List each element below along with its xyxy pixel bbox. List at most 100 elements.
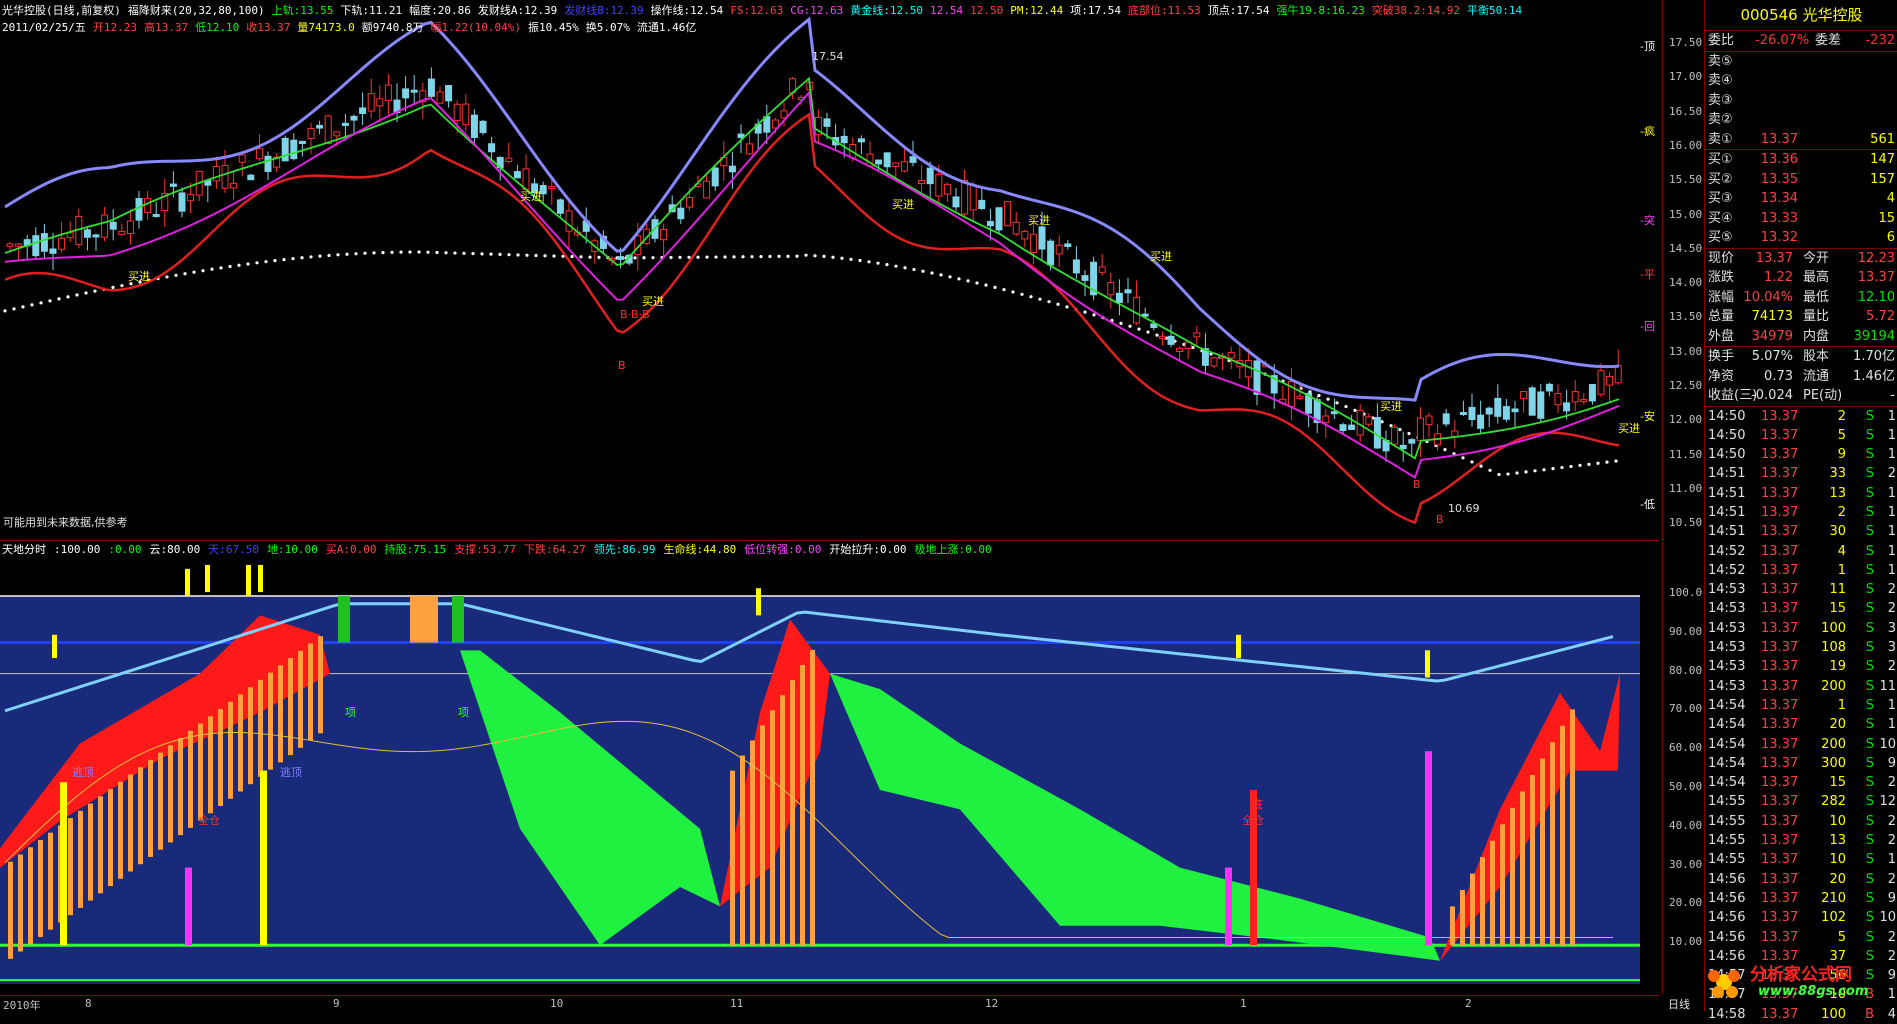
signal-bar <box>1225 868 1232 946</box>
band-dot <box>1326 398 1329 401</box>
tick-volume: 20 <box>1829 715 1846 734</box>
level-tag: -平 <box>1640 268 1655 281</box>
band-dot <box>264 260 267 263</box>
tick-list[interactable]: 14:5013.372S114:5013.375S114:5013.379S11… <box>1705 407 1897 1024</box>
stat-label: 股本 <box>1803 347 1829 367</box>
strength-bar <box>208 716 213 813</box>
price-tick-label: 15.50 <box>1669 173 1702 186</box>
sub-indicator-svg[interactable]: 项项逃顶逃顶全仓全仓底 <box>0 560 1660 994</box>
tick-row: 14:5013.379S1 <box>1705 445 1897 464</box>
band-dot <box>759 255 762 258</box>
band-dot <box>1587 463 1590 466</box>
band-dot <box>1488 469 1491 472</box>
kline-svg[interactable]: 买进买进买进买进买进买进买进买进17.5410.69B·B·BBBB-顶-疯-突… <box>0 0 1660 540</box>
candle-body <box>557 200 563 213</box>
band-dot <box>948 275 951 278</box>
band-dot <box>84 291 87 294</box>
tick-price: 13.37 <box>1761 850 1798 869</box>
main-kline-chart[interactable]: 买进买进买进买进买进买进买进买进17.5410.69B·B·BBBB-顶-疯-突… <box>0 0 1660 541</box>
band-dot <box>993 286 996 289</box>
candle-body <box>41 234 47 252</box>
candle-body <box>1168 336 1174 344</box>
tick-time: 14:56 <box>1708 908 1745 927</box>
strength-bar <box>308 644 313 741</box>
price-tick-label: 17.00 <box>1669 70 1702 83</box>
tick-time: 14:54 <box>1708 696 1745 715</box>
candle-body <box>919 181 925 184</box>
candle-body <box>1108 283 1114 295</box>
top-signal-label: 项 <box>458 706 469 719</box>
candle-body <box>119 231 125 234</box>
stat-label: 最低 <box>1803 288 1829 308</box>
candle-body <box>1048 241 1054 265</box>
band-dot <box>354 252 357 255</box>
order-volume: 4 <box>1887 189 1895 209</box>
stock-title[interactable]: 000546 光华控股 <box>1705 0 1897 31</box>
candle-body <box>1555 393 1561 404</box>
indicator-value: 幅度:20.86 <box>409 4 471 17</box>
candle-body <box>1417 418 1423 440</box>
band-dot <box>876 262 879 265</box>
band-dot <box>318 255 321 258</box>
date-tick-label: 8 <box>85 997 92 1010</box>
strength-bar <box>178 738 183 835</box>
band-dot <box>1128 325 1131 328</box>
candle-body <box>317 125 323 128</box>
strength-bar <box>198 724 203 821</box>
candle-body <box>1607 377 1613 386</box>
price-tick-label: 10.50 <box>1669 516 1702 529</box>
tick-count: 1 <box>1888 503 1896 522</box>
candle-body <box>566 211 572 231</box>
band-dot <box>1029 295 1032 298</box>
tick-count: 3 <box>1888 638 1896 657</box>
candle-body <box>351 116 357 120</box>
band-dot <box>741 255 744 258</box>
signal-bar <box>185 868 192 946</box>
tick-price: 13.37 <box>1761 831 1798 850</box>
stat-value: 39194 <box>1854 327 1895 347</box>
tick-price: 13.37 <box>1761 426 1798 445</box>
band-dot <box>57 297 60 300</box>
band-dot <box>1002 288 1005 291</box>
tick-volume: 9 <box>1838 445 1846 464</box>
price-tick-label: 16.00 <box>1669 139 1702 152</box>
strength-bar <box>28 847 33 944</box>
band-dot <box>975 281 978 284</box>
tick-price: 13.37 <box>1761 619 1798 638</box>
band-dot <box>894 265 897 268</box>
candle-body <box>471 115 477 137</box>
buy-signal-label: 买进 <box>1028 214 1050 227</box>
band-dot <box>1389 424 1392 427</box>
candle-body <box>437 92 443 103</box>
period-label[interactable]: 日线 <box>1668 996 1690 1012</box>
tick-count: 3 <box>1888 619 1896 638</box>
band-dot <box>678 256 681 259</box>
indicator-value: 12.54 <box>930 4 963 17</box>
stat-label: 净资 <box>1708 367 1734 387</box>
band-dot <box>435 251 438 254</box>
top-marker <box>1236 635 1241 658</box>
tick-time: 14:56 <box>1708 928 1745 947</box>
tick-row: 14:5513.3710S1 <box>1705 850 1897 869</box>
indicator-values-row: 光华控股(日线,前复权)福降财来(20,32,80,100)上轨:13.55下轨… <box>2 2 1642 19</box>
band-dot <box>1083 311 1086 314</box>
band-dot <box>849 258 852 261</box>
candle-body <box>1013 222 1019 234</box>
tick-volume: 5 <box>1838 426 1846 445</box>
strength-bar <box>1520 791 1525 945</box>
tick-price: 13.37 <box>1761 715 1798 734</box>
sub-indicator-chart[interactable]: 项项逃顶逃顶全仓全仓底 <box>0 560 1660 994</box>
stat-value: 5.72 <box>1866 307 1895 327</box>
sub-indicator-value: 极地上涨:0.00 <box>914 543 991 556</box>
candle-body <box>841 136 847 142</box>
candle-body <box>179 193 185 211</box>
candle-body <box>1503 407 1509 420</box>
strength-bar <box>38 840 43 937</box>
band-dot <box>111 286 114 289</box>
tick-side: S <box>1866 908 1874 927</box>
main-price-axis: 17.5017.0016.5016.0015.5015.0014.5014.00… <box>1662 0 1703 540</box>
tick-volume: 20 <box>1829 870 1846 889</box>
ohlc-value: 高13.37 <box>144 21 188 34</box>
band-dot <box>534 254 537 257</box>
candle-body <box>618 257 624 260</box>
